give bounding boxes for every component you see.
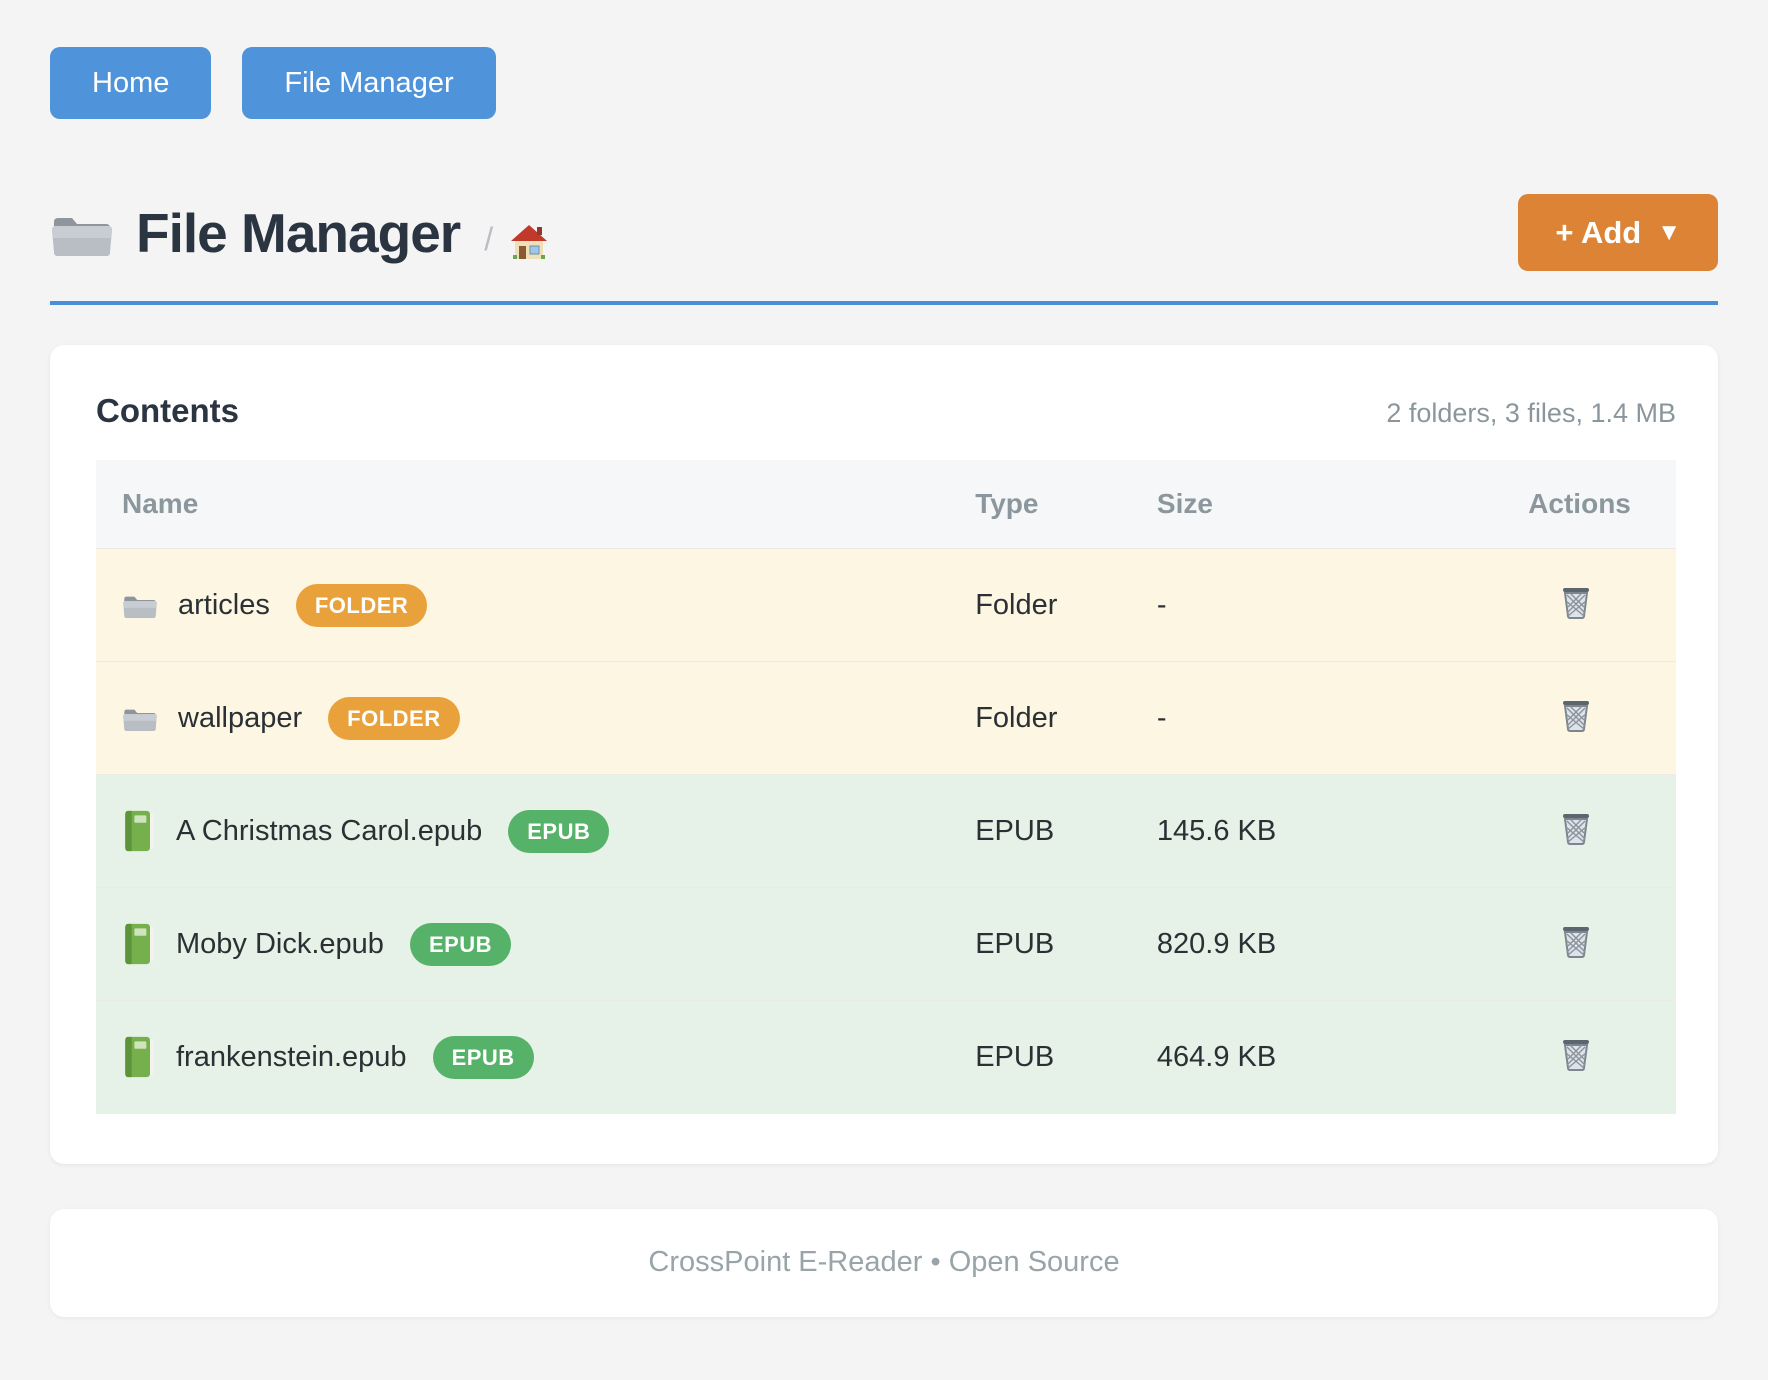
- file-size: -: [1157, 702, 1167, 734]
- trash-icon: [1558, 608, 1594, 623]
- file-size: 145.6 KB: [1157, 815, 1276, 847]
- trash-icon: [1558, 834, 1594, 849]
- trash-icon: [1558, 1060, 1594, 1075]
- file-name[interactable]: articles: [178, 589, 270, 622]
- file-size: 820.9 KB: [1157, 928, 1276, 960]
- delete-button[interactable]: [1558, 922, 1594, 959]
- column-header-size: Size: [1131, 460, 1502, 549]
- table-header-row: Name Type Size Actions: [96, 460, 1676, 549]
- delete-button[interactable]: [1558, 1035, 1594, 1072]
- page: Home File Manager File Manager / + Add ▼…: [0, 0, 1768, 1317]
- top-nav: Home File Manager: [50, 47, 1718, 119]
- column-header-type: Type: [949, 460, 1131, 549]
- home-icon[interactable]: [507, 219, 551, 261]
- header-divider: [50, 301, 1718, 305]
- file-name[interactable]: wallpaper: [178, 702, 302, 735]
- page-header: File Manager / + Add ▼: [50, 194, 1718, 271]
- table-row[interactable]: A Christmas Carol.epub EPUB EPUB 145.6 K…: [96, 775, 1676, 888]
- table-row[interactable]: articles FOLDER Folder -: [96, 549, 1676, 662]
- add-button[interactable]: + Add ▼: [1518, 194, 1718, 271]
- table-row[interactable]: wallpaper FOLDER Folder -: [96, 662, 1676, 775]
- caret-down-icon: ▼: [1657, 219, 1681, 247]
- file-size: 464.9 KB: [1157, 1041, 1276, 1073]
- file-type: EPUB: [975, 928, 1054, 960]
- page-title: File Manager: [136, 201, 460, 265]
- file-type: EPUB: [975, 815, 1054, 847]
- file-table: Name Type Size Actions articles FOLDER F…: [96, 460, 1676, 1114]
- column-header-name: Name: [96, 460, 949, 549]
- breadcrumb-separator: /: [484, 221, 493, 258]
- file-type: Folder: [975, 702, 1057, 734]
- column-header-actions: Actions: [1502, 460, 1676, 549]
- type-badge: FOLDER: [328, 697, 459, 740]
- file-type: Folder: [975, 589, 1057, 621]
- type-badge: EPUB: [410, 923, 511, 966]
- trash-icon: [1558, 721, 1594, 736]
- home-button[interactable]: Home: [50, 47, 211, 119]
- breadcrumb: /: [484, 219, 551, 261]
- card-header: Contents 2 folders, 3 files, 1.4 MB: [96, 392, 1676, 430]
- green-book-icon: [122, 809, 156, 853]
- folder-icon: [122, 591, 158, 619]
- type-badge: FOLDER: [296, 584, 427, 627]
- delete-button[interactable]: [1558, 809, 1594, 846]
- trash-icon: [1558, 947, 1594, 962]
- file-name[interactable]: Moby Dick.epub: [176, 928, 384, 961]
- footer: CrossPoint E-Reader • Open Source: [50, 1209, 1718, 1317]
- title-wrap: File Manager: [50, 201, 460, 265]
- file-name[interactable]: frankenstein.epub: [176, 1041, 407, 1074]
- contents-card: Contents 2 folders, 3 files, 1.4 MB Name…: [50, 345, 1718, 1164]
- footer-text: CrossPoint E-Reader • Open Source: [648, 1246, 1119, 1279]
- green-book-icon: [122, 1035, 156, 1079]
- type-badge: EPUB: [508, 810, 609, 853]
- table-row[interactable]: frankenstein.epub EPUB EPUB 464.9 KB: [96, 1001, 1676, 1114]
- folder-icon: [122, 704, 158, 732]
- file-type: EPUB: [975, 1041, 1054, 1073]
- card-title: Contents: [96, 392, 239, 430]
- contents-summary: 2 folders, 3 files, 1.4 MB: [1386, 398, 1676, 429]
- type-badge: EPUB: [433, 1036, 534, 1079]
- add-button-label: + Add: [1555, 215, 1641, 251]
- folder-icon: [50, 208, 114, 258]
- delete-button[interactable]: [1558, 696, 1594, 733]
- file-manager-button[interactable]: File Manager: [242, 47, 495, 119]
- file-size: -: [1157, 589, 1167, 621]
- file-name[interactable]: A Christmas Carol.epub: [176, 815, 482, 848]
- delete-button[interactable]: [1558, 583, 1594, 620]
- green-book-icon: [122, 922, 156, 966]
- table-row[interactable]: Moby Dick.epub EPUB EPUB 820.9 KB: [96, 888, 1676, 1001]
